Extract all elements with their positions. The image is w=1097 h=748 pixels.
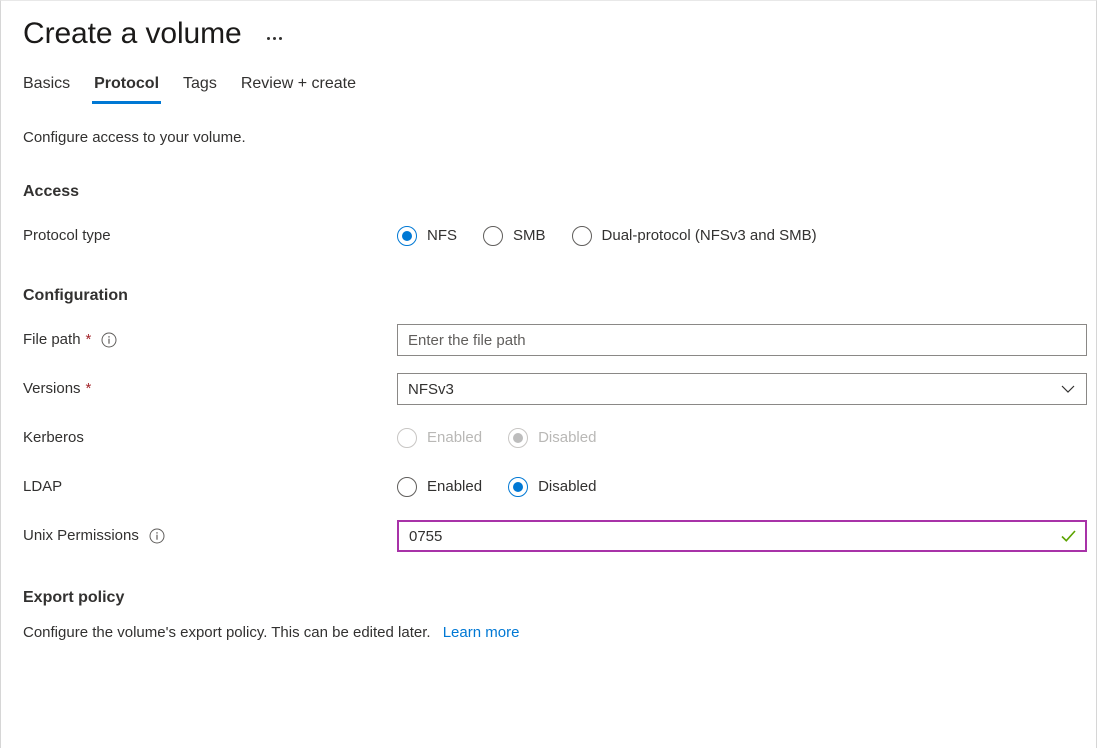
protocol-type-row: Protocol type NFS SMB Dual-protocol (NFS… [23, 220, 1084, 252]
tab-protocol[interactable]: Protocol [82, 73, 171, 104]
learn-more-link[interactable]: Learn more [443, 624, 520, 641]
file-path-input-wrap [397, 324, 1087, 356]
radio-ldap-disabled[interactable]: Disabled [508, 477, 596, 497]
blade-content: Configure access to your volume. Access … [1, 128, 1096, 643]
info-icon[interactable] [101, 332, 117, 348]
file-path-field [397, 324, 1087, 356]
tab-basics[interactable]: Basics [11, 73, 82, 104]
unix-permissions-input[interactable] [397, 520, 1087, 552]
radio-protocol-dual-label: Dual-protocol (NFSv3 and SMB) [601, 227, 817, 244]
radio-mark-icon [508, 477, 529, 497]
kerberos-row: Kerberos Enabled Disabled [23, 422, 1084, 454]
ldap-field: Enabled Disabled [397, 477, 1084, 497]
radio-ldap-enabled[interactable]: Enabled [397, 477, 482, 497]
radio-protocol-smb[interactable]: SMB [483, 226, 546, 246]
unix-permissions-label: Unix Permissions [23, 527, 139, 544]
wizard-tabs: Basics Protocol Tags Review + create [1, 73, 1096, 104]
dot-2 [272, 36, 276, 40]
radio-kerberos-disabled: Disabled [508, 428, 596, 448]
versions-field: NFSv3 [397, 373, 1087, 405]
tab-review-create[interactable]: Review + create [229, 73, 368, 104]
ldap-label-wrap: LDAP [23, 477, 397, 497]
versions-select-wrap: NFSv3 [397, 373, 1087, 405]
access-section-heading: Access [23, 183, 80, 200]
radio-mark-icon [483, 226, 503, 246]
dot-3 [278, 36, 282, 40]
intro-text: Configure access to your volume. [23, 129, 246, 146]
radio-mark-icon [508, 428, 529, 448]
info-icon[interactable] [149, 528, 165, 544]
radio-protocol-nfs[interactable]: NFS [397, 226, 457, 246]
ldap-label: LDAP [23, 478, 63, 495]
file-path-label: File path [23, 331, 81, 348]
file-path-required-marker: * [85, 331, 92, 348]
radio-ldap-disabled-label: Disabled [538, 478, 597, 495]
radio-kerberos-enabled: Enabled [397, 428, 482, 448]
dot-1 [266, 36, 270, 40]
radio-mark-icon [397, 428, 417, 448]
create-volume-blade: Create a volume Basics Protocol Tags Rev… [1, 1, 1096, 748]
ldap-row: LDAP Enabled Disabled [23, 471, 1084, 503]
page-title: Create a volume [23, 17, 242, 50]
versions-label: Versions [23, 380, 81, 397]
versions-row: Versions * NFSv3 [23, 373, 1087, 405]
unix-permissions-label-wrap: Unix Permissions [23, 526, 397, 546]
kerberos-label-wrap: Kerberos [23, 428, 397, 448]
radio-protocol-nfs-label: NFS [427, 227, 457, 244]
kerberos-field: Enabled Disabled [397, 428, 1084, 448]
file-path-row: File path * [23, 324, 1087, 356]
radio-ldap-enabled-label: Enabled [427, 478, 483, 495]
versions-required-marker: * [85, 380, 92, 397]
radio-mark-icon [397, 226, 417, 246]
export-policy-description: Configure the volume's export policy. Th… [23, 624, 431, 641]
kerberos-label: Kerberos [23, 429, 84, 446]
more-options-icon[interactable] [264, 33, 285, 44]
export-policy-description-wrap: Configure the volume's export policy. Th… [23, 623, 1084, 643]
file-path-input[interactable] [397, 324, 1087, 356]
protocol-type-label-wrap: Protocol type [23, 226, 397, 246]
radio-kerberos-disabled-label: Disabled [538, 429, 597, 446]
protocol-type-field: NFS SMB Dual-protocol (NFSv3 and SMB) [397, 226, 1084, 246]
protocol-type-radio-group: NFS SMB Dual-protocol (NFSv3 and SMB) [397, 226, 817, 246]
radio-kerberos-enabled-label: Enabled [427, 429, 483, 446]
radio-protocol-smb-label: SMB [513, 227, 546, 244]
versions-select[interactable]: NFSv3 [397, 373, 1087, 405]
unix-permissions-input-wrap [397, 520, 1087, 552]
versions-label-wrap: Versions * [23, 379, 397, 399]
ldap-radio-group: Enabled Disabled [397, 477, 596, 497]
configuration-section-heading: Configuration [23, 287, 128, 304]
radio-mark-icon [571, 226, 592, 246]
tab-tags[interactable]: Tags [171, 73, 229, 104]
unix-permissions-field [397, 520, 1087, 552]
blade-header: Create a volume [1, 1, 1096, 53]
protocol-type-label: Protocol type [23, 227, 111, 244]
radio-mark-icon [397, 477, 417, 497]
kerberos-radio-group: Enabled Disabled [397, 428, 596, 448]
export-policy-heading: Export policy [23, 589, 125, 606]
versions-selected-value: NFSv3 [408, 380, 454, 398]
file-path-label-wrap: File path * [23, 330, 397, 350]
unix-permissions-row: Unix Permissions [23, 520, 1087, 552]
radio-protocol-dual[interactable]: Dual-protocol (NFSv3 and SMB) [571, 226, 817, 246]
